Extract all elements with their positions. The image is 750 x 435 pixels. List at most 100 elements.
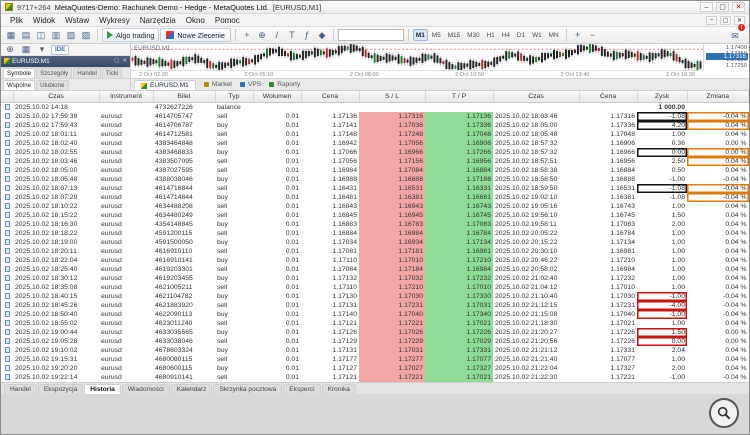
toolbox-tab-handel[interactable]: Handel (4, 383, 37, 394)
toolbox-tab-eksperci[interactable]: Eksperci (283, 383, 321, 394)
close-icon[interactable]: ✕ (732, 2, 745, 12)
tab-market[interactable]: Market (203, 81, 232, 90)
algo-trading-button[interactable]: Algo trading (102, 28, 160, 42)
timeframe-h4[interactable]: H4 (499, 29, 513, 41)
navigator-icon[interactable]: ▧ (64, 28, 78, 42)
table-row[interactable]: 2025.10.02 19:00:44 eurusd 4633035565 buy 0.… (1, 327, 749, 337)
table-row[interactable]: 2025.10.02 18:30:12 eurusd 4619203455 buy 0.… (1, 273, 749, 283)
tab-vps[interactable]: VPS (240, 81, 261, 90)
menu-wykresy[interactable]: Wykresy (94, 16, 135, 25)
ide-button[interactable]: IDE (51, 44, 70, 55)
restore-icon[interactable]: ▢ (114, 58, 119, 64)
tab-handel[interactable]: Handel (73, 68, 101, 79)
table-row[interactable]: 2025.10.02 18:07:13 eurusd 4614716844 sell 0… (1, 183, 749, 193)
table-row[interactable]: 2025.10.02 17:59:39 eurusd 4614705747 sell 0… (1, 111, 749, 121)
cursor-icon[interactable]: + (240, 28, 254, 42)
new-order-icon[interactable]: ▦ (4, 28, 18, 42)
column-header-cena[interactable]: Cena (301, 91, 360, 103)
timeframe-m30[interactable]: M30 (464, 29, 482, 41)
toolbox-tab-skrzynka-pocztowa[interactable]: Skrzynka pocztowa (213, 383, 283, 394)
table-row[interactable]: 2025.10.02 18:18:22 eurusd 4591200115 sell 0… (1, 228, 749, 238)
column-header-t-p[interactable]: T / P (425, 91, 494, 103)
table-row[interactable]: 2025.10.02 19:05:28 eurusd 4633038046 sell 0… (1, 336, 749, 346)
menu-okno[interactable]: Okno (181, 16, 210, 25)
table-row[interactable]: 2025.10.02 18:50:40 eurusd 4622090113 buy 0.… (1, 309, 749, 319)
data-window-icon[interactable]: ▥ (49, 28, 63, 42)
table-row[interactable]: 2025.10.02 18:25:40 eurusd 4619203301 sell 0… (1, 264, 749, 274)
maximize-icon[interactable]: ▢ (716, 2, 729, 12)
tab-ticki[interactable]: Ticki (101, 68, 123, 79)
table-row[interactable]: 2025.10.02 18:55:02 eurusd 4623011240 sell 0… (1, 318, 749, 328)
indicators-icon[interactable]: ƒ (300, 28, 314, 42)
chart-area[interactable]: EURUSD,M1 1.17316 1.174001.173501.173001… (131, 44, 749, 79)
connect-icon[interactable]: ⊕ (3, 43, 17, 57)
table-row[interactable]: 2025.10.02 18:02:55 eurusd 4383468833 buy 0.… (1, 147, 749, 157)
notifications-button[interactable]: ✉ 1 (728, 24, 745, 44)
column-header-s-l[interactable]: S / L (359, 91, 426, 103)
table-row[interactable]: 2025.10.02 18:01:11 eurusd 4614712581 sell 0… (1, 129, 749, 139)
timeframe-m5[interactable]: M5 (429, 29, 444, 41)
column-header-czas[interactable]: Czas (13, 91, 100, 103)
table-row[interactable]: 2025.10.02 18:22:04 eurusd 4616910141 buy 0.… (1, 255, 749, 265)
timeframe-mn[interactable]: MN (546, 29, 562, 41)
column-header-cena[interactable]: Cena (579, 91, 638, 103)
menu-narzedzia[interactable]: Narzędzia (135, 16, 181, 25)
toolbox-tab-kronika[interactable]: Kronika (321, 383, 356, 394)
close-icon[interactable]: ✕ (122, 58, 127, 64)
minimized-chart-bar[interactable]: EURUSD,M1 ▢ ✕ (1, 56, 130, 67)
column-header-bilet[interactable]: Bilet (153, 91, 216, 103)
tab-wspolne[interactable]: Wspólne (3, 80, 36, 91)
table-row[interactable]: 2025.10.02 19:10:02 eurusd 4678603324 buy 0.… (1, 345, 749, 355)
column-header-wolumen[interactable]: Wolumen (253, 91, 302, 103)
table-row[interactable]: 2025.10.02 18:40:15 eurusd 4621104782 buy 0.… (1, 291, 749, 301)
menu-plik[interactable]: Plik (5, 16, 28, 25)
tab-symbole[interactable]: Symbole (3, 68, 36, 79)
column-header-typ[interactable]: Typ (215, 91, 254, 103)
menu-pomoc[interactable]: Pomoc (210, 16, 245, 25)
table-row[interactable]: 2025.10.02 19:20:20 eurusd 4680600115 buy 0.… (1, 363, 749, 373)
table-row[interactable]: 2025.10.02 17:59:43 eurusd 4614706787 buy 0.… (1, 120, 749, 130)
table-row[interactable]: 2025.10.02 18:35:08 eurusd 4621005211 sell 0… (1, 282, 749, 292)
table-row[interactable]: 2025.10.02 18:02:40 eurusd 4383464848 sell 0… (1, 138, 749, 148)
table-row[interactable]: 2025.10.02 18:19:00 eurusd 4591500050 buy 0.… (1, 237, 749, 247)
table-row[interactable]: 2025.10.02 19:15:31 eurusd 4680080115 sell 0… (1, 354, 749, 364)
table-row[interactable]: 2025.10.02 18:07:29 eurusd 4614714844 buy 0.… (1, 192, 749, 202)
table-row[interactable]: 2025.10.02 19:22:14 eurusd 4680910141 sell 0… (1, 372, 749, 382)
objects-icon[interactable]: ◆ (315, 28, 329, 42)
tab-ulubione[interactable]: Ulubione (36, 80, 69, 91)
toolbox-tab-historia[interactable]: Historia (84, 383, 121, 394)
table-row[interactable]: 2025.10.02 18:10:22 eurusd 4634488208 sell 0… (1, 201, 749, 211)
market-watch-icon[interactable]: ◫ (34, 28, 48, 42)
timeframe-m1[interactable]: M1 (412, 29, 428, 41)
text-icon[interactable]: T (285, 28, 299, 42)
table-row[interactable]: 2025.10.02 18:15:22 eurusd 4634480249 sell 0… (1, 210, 749, 220)
column-header-zmiana[interactable]: Zmiana (687, 91, 749, 103)
toolbox-tab-kalendarz[interactable]: Kalendarz (170, 383, 213, 394)
trendline-icon[interactable]: / (270, 28, 284, 42)
table-row[interactable]: 2025.10.02 18:03:46 eurusd 4383507095 sell 0… (1, 156, 749, 166)
timeframe-m15[interactable]: M15 (445, 29, 463, 41)
dropdown-icon[interactable]: ▾ (35, 43, 49, 57)
zoom-overlay-button[interactable] (709, 398, 739, 428)
new-order-button[interactable]: Nowe Zlecenie (160, 28, 231, 42)
layout-icon[interactable]: ▦ (19, 43, 33, 57)
column-header-zysk[interactable]: Zysk (637, 91, 688, 103)
child-restore-icon[interactable]: ▢ (720, 15, 731, 25)
charts-icon[interactable]: ▤ (19, 28, 33, 42)
child-minimize-icon[interactable]: – (706, 15, 717, 25)
table-row[interactable]: 2025.10.02 18:05:48 eurusd 4388038046 buy 0.… (1, 174, 749, 184)
crosshair-icon[interactable]: ⊕ (255, 28, 269, 42)
table-row[interactable]: 2025.10.02 18:45:26 eurusd 4621883920 sell 0… (1, 300, 749, 310)
menu-wstaw[interactable]: Wstaw (60, 16, 94, 25)
menu-widok[interactable]: Widok (28, 16, 60, 25)
table-row[interactable]: 2025.10.02 14:18 4732627226 balance 1 000.0… (1, 102, 749, 112)
zoom-in-icon[interactable]: + (571, 28, 585, 42)
timeframe-h1[interactable]: H1 (484, 29, 498, 41)
timeframe-w1[interactable]: W1 (529, 29, 545, 41)
tab-szczegoly[interactable]: Szczegóły (36, 68, 73, 79)
table-row[interactable]: 2025.10.02 18:16:30 eurusd 4354148845 buy 0.… (1, 219, 749, 229)
column-header-czas[interactable]: Czas (493, 91, 580, 103)
column-header-icon[interactable] (1, 91, 14, 103)
timeframe-d1[interactable]: D1 (514, 29, 528, 41)
child-close-icon[interactable]: ✕ (734, 15, 745, 25)
